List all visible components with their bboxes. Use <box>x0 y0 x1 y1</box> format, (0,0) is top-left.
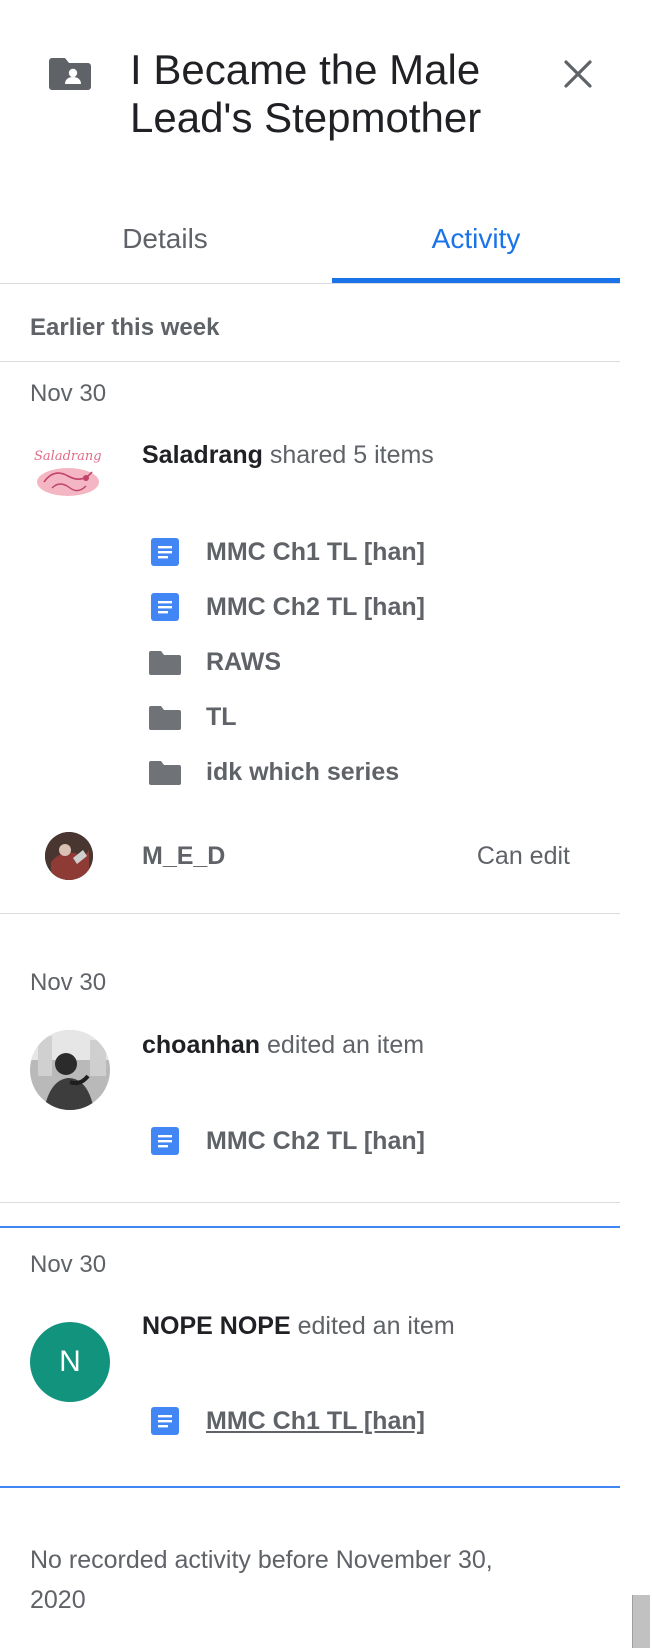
avatar-m-e-d[interactable] <box>45 832 93 880</box>
focus-outline-bottom <box>0 1486 620 1488</box>
list-item[interactable]: MMC Ch2 TL [han] <box>148 587 425 627</box>
activity-summary: Saladrang shared 5 items <box>142 441 434 470</box>
actor-name[interactable]: Saladrang <box>142 441 263 469</box>
focus-outline-top <box>0 1226 620 1228</box>
google-docs-icon <box>148 590 182 624</box>
action-text: edited an item <box>267 1031 425 1059</box>
google-docs-icon <box>148 1404 182 1438</box>
close-button[interactable] <box>556 52 600 96</box>
divider <box>0 913 620 914</box>
actor-name[interactable]: choanhan <box>142 1031 260 1059</box>
actor-name[interactable]: NOPE NOPE <box>142 1312 291 1340</box>
item-label: RAWS <box>206 647 281 676</box>
item-label-link[interactable]: MMC Ch1 TL [han] <box>206 1407 425 1436</box>
item-label: MMC Ch2 TL [han] <box>206 1126 425 1155</box>
scrollbar-thumb[interactable] <box>632 1595 650 1648</box>
shared-user-name: M_E_D <box>142 842 226 870</box>
folder-icon <box>148 645 182 679</box>
panel-title: I Became the Male Lead's Stepmother <box>130 46 482 141</box>
item-label: idk which series <box>206 757 400 786</box>
tab-activity[interactable]: Activity <box>332 195 620 283</box>
tab-bar: Details Activity <box>0 195 620 284</box>
section-heading: Earlier this week <box>30 314 220 341</box>
panel-header: I Became the Male Lead's Stepmother <box>0 0 620 185</box>
item-label: TL <box>206 702 237 731</box>
action-text: shared 5 items <box>269 441 434 469</box>
action-text: edited an item <box>297 1312 455 1340</box>
list-item[interactable]: TL <box>148 697 237 737</box>
folder-icon <box>148 700 182 734</box>
divider <box>0 361 620 362</box>
avatar-nope-nope[interactable]: N <box>30 1322 110 1402</box>
permission-label: Can edit <box>476 842 570 870</box>
item-label: MMC Ch1 TL [han] <box>206 537 425 566</box>
divider <box>0 1202 620 1203</box>
activity-footer-note: No recorded activity before November 30,… <box>30 1546 493 1614</box>
close-icon <box>564 60 592 88</box>
shared-folder-icon <box>49 56 91 90</box>
google-docs-icon <box>148 535 182 569</box>
list-item[interactable]: RAWS <box>148 642 281 682</box>
item-label: MMC Ch2 TL [han] <box>206 592 425 621</box>
tab-details[interactable]: Details <box>20 195 310 283</box>
avatar-choanhan[interactable] <box>30 1030 110 1110</box>
activity-date: Nov 30 <box>30 380 107 407</box>
svg-text:Saladrang: Saladrang <box>34 449 102 464</box>
activity-summary: choanhan edited an item <box>142 1031 424 1060</box>
activity-panel: I Became the Male Lead's Stepmother Deta… <box>0 0 620 1648</box>
list-item[interactable]: MMC Ch2 TL [han] <box>148 1121 425 1161</box>
avatar-saladrang[interactable]: Saladrang <box>30 440 106 516</box>
activity-date: Nov 30 <box>30 1251 107 1278</box>
list-item[interactable]: MMC Ch1 TL [han] <box>148 532 425 572</box>
activity-summary: NOPE NOPE edited an item <box>142 1312 455 1341</box>
active-tab-indicator <box>332 278 620 283</box>
google-docs-icon <box>148 1124 182 1158</box>
list-item[interactable]: idk which series <box>148 752 399 792</box>
list-item[interactable]: MMC Ch1 TL [han] <box>148 1401 425 1441</box>
activity-date: Nov 30 <box>30 969 107 996</box>
folder-icon <box>148 755 182 789</box>
